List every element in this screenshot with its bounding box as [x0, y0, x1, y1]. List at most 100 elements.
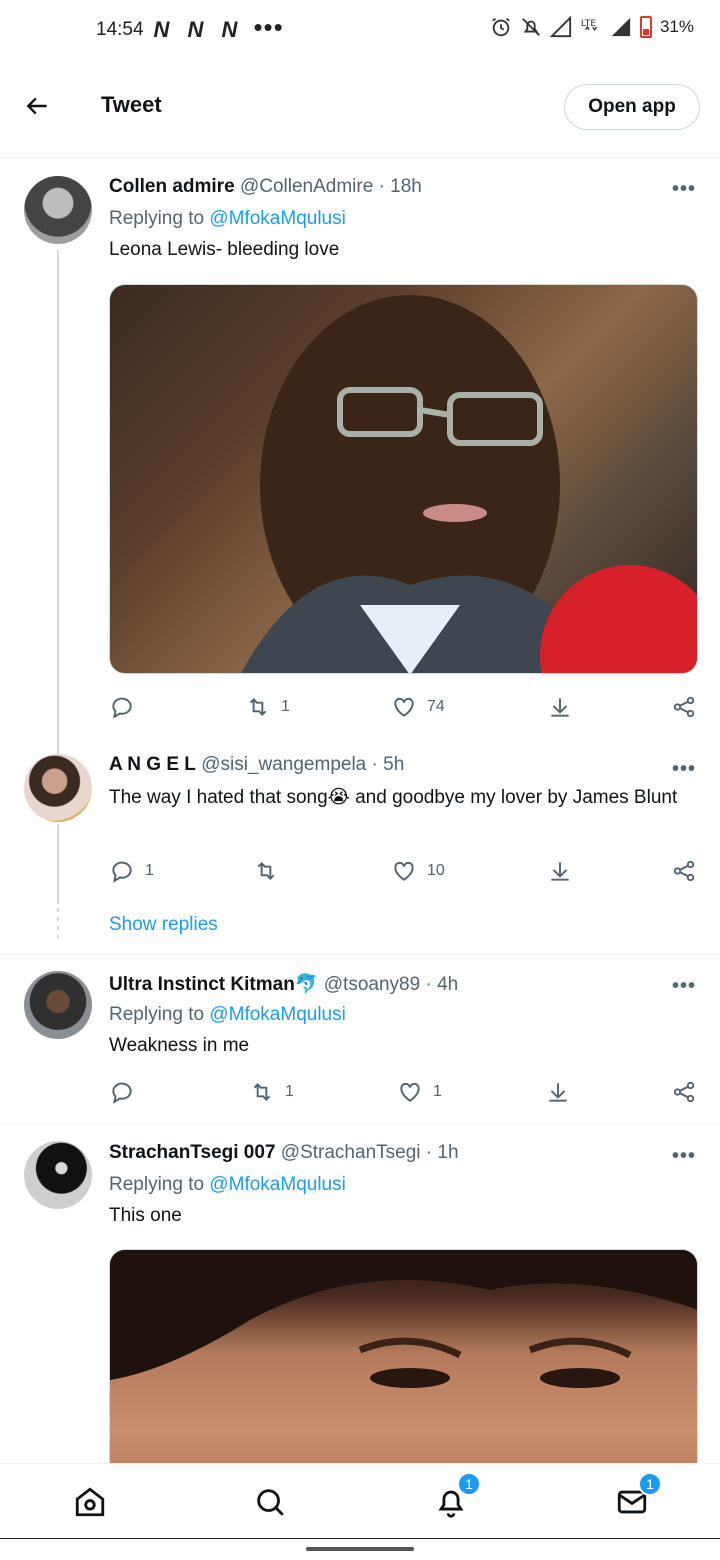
back-button[interactable]	[22, 90, 54, 122]
separator: ·	[371, 754, 378, 775]
retweet-count: 1	[281, 698, 290, 715]
thread-line	[57, 250, 59, 758]
share-button[interactable]	[671, 1079, 697, 1105]
author-handle[interactable]: @CollenAdmire	[240, 176, 373, 197]
download-button[interactable]	[547, 694, 573, 720]
separator: ·	[425, 974, 432, 995]
retweet-button[interactable]: 1	[249, 1079, 294, 1105]
tweet[interactable]: A N G E L @sisi_wangempela · 5h ••• The …	[0, 754, 720, 954]
alarm-icon	[492, 17, 510, 37]
mute-icon	[522, 18, 540, 36]
signal-icon-2	[611, 17, 631, 37]
tweet[interactable]: Collen admire @CollenAdmire · 18h ••• Re…	[0, 158, 720, 758]
tweet-header: StrachanTsegi 007 @StrachanTsegi · 1h	[109, 1142, 459, 1164]
back-arrow-icon	[26, 97, 47, 115]
tweet[interactable]: StrachanTsegi 007 @StrachanTsegi · 1h ••…	[0, 1125, 720, 1463]
separator: ·	[378, 176, 385, 197]
more-options-icon[interactable]: •••	[672, 1145, 696, 1168]
replying-label: Replying to	[109, 1004, 205, 1025]
tweet-actions: 1 74	[109, 694, 699, 724]
nav-notifications[interactable]: 1	[431, 1472, 481, 1522]
timestamp[interactable]: 1h	[437, 1142, 458, 1163]
battery-icon	[639, 16, 652, 38]
like-count: 10	[427, 862, 445, 879]
download-button[interactable]	[545, 1079, 571, 1105]
mention-link[interactable]: @MfokaMqulusi	[209, 1004, 346, 1025]
share-icon	[673, 696, 695, 718]
mention-link[interactable]: @MfokaMqulusi	[209, 208, 346, 229]
replying-to: Replying to @MfokaMqulusi	[109, 208, 346, 230]
photo-illustration	[241, 295, 697, 673]
tweet-actions: 1 10	[109, 858, 699, 888]
thread-line	[57, 824, 59, 904]
like-button[interactable]: 74	[391, 694, 445, 720]
tweet-text: Weakness in me	[109, 1035, 250, 1056]
home-gesture-handle[interactable]	[306, 1547, 414, 1551]
show-replies-link[interactable]: Show replies	[109, 914, 218, 936]
search-icon	[257, 1489, 284, 1516]
more-options-icon[interactable]: •••	[672, 178, 696, 201]
reply-count: 1	[145, 862, 154, 879]
timestamp[interactable]: 18h	[390, 176, 422, 197]
like-button[interactable]: 10	[391, 858, 445, 884]
replying-to: Replying to @MfokaMqulusi	[109, 1174, 346, 1196]
more-options-icon[interactable]: •••	[672, 758, 696, 781]
avatar[interactable]	[24, 176, 92, 244]
nav-home[interactable]	[70, 1482, 110, 1522]
page-title: Tweet	[101, 92, 162, 117]
replying-label: Replying to	[109, 208, 205, 229]
author-handle[interactable]: @StrachanTsegi	[281, 1142, 421, 1163]
heart-icon	[394, 861, 414, 881]
timestamp[interactable]: 4h	[437, 974, 458, 995]
author-handle[interactable]: @tsoany89	[324, 974, 420, 995]
signal-icon	[549, 16, 572, 38]
tweet-image[interactable]	[109, 1249, 698, 1463]
tweet-header: Collen admire @CollenAdmire · 18h	[109, 176, 422, 198]
timestamp[interactable]: 5h	[383, 754, 404, 775]
status-time: 14:54	[96, 19, 144, 40]
avatar[interactable]	[24, 1141, 92, 1209]
nav-search[interactable]	[250, 1482, 290, 1522]
avatar[interactable]	[24, 754, 92, 822]
reply-button[interactable]	[109, 694, 135, 720]
like-count: 74	[427, 698, 445, 715]
author-handle[interactable]: @sisi_wangempela	[201, 754, 366, 775]
status-bar: 14:54 N N N ••• LTE 31%	[0, 0, 720, 60]
lte-icon: LTE	[581, 18, 598, 31]
tweet-text: The way I hated that song😭 and goodbye m…	[109, 787, 678, 808]
retweet-button[interactable]	[253, 858, 279, 884]
mention-link[interactable]: @MfokaMqulusi	[209, 1174, 346, 1195]
author-name[interactable]: A N G E L	[109, 754, 196, 775]
nav-messages[interactable]: 1	[612, 1472, 662, 1522]
thread-line-dotted	[57, 908, 59, 938]
download-button[interactable]	[547, 858, 573, 884]
heart-icon	[400, 1082, 420, 1102]
like-button[interactable]: 1	[397, 1079, 442, 1105]
retweet-icon	[257, 862, 275, 880]
open-app-button[interactable]: Open app	[564, 84, 700, 130]
reply-button[interactable]	[109, 1079, 135, 1105]
tweet-header: Ultra Instinct Kitman🐬 @tsoany89 · 4h	[109, 972, 458, 996]
retweet-icon	[253, 1083, 271, 1101]
download-icon	[551, 698, 569, 717]
more-options-icon[interactable]: •••	[672, 975, 696, 998]
retweet-button[interactable]: 1	[245, 694, 290, 720]
author-name[interactable]: StrachanTsegi 007	[109, 1142, 276, 1163]
dolphin-emoji: 🐬	[294, 974, 319, 995]
reply-button[interactable]: 1	[109, 858, 154, 884]
download-icon	[551, 862, 569, 881]
gesture-bar	[0, 1538, 720, 1560]
notification-icons: N N N	[153, 17, 244, 42]
avatar[interactable]	[24, 971, 92, 1039]
author-name[interactable]: Collen admire	[109, 176, 235, 197]
share-button[interactable]	[671, 694, 697, 720]
reply-icon	[112, 861, 132, 883]
tweet-image[interactable]	[109, 284, 698, 674]
share-button[interactable]	[671, 858, 697, 884]
bottom-navigation: 1 1	[0, 1463, 720, 1538]
top-header: Tweet Open app	[0, 60, 720, 158]
tweet-text: Leona Lewis- bleeding love	[109, 239, 340, 260]
tweet[interactable]: Ultra Instinct Kitman🐬 @tsoany89 · 4h ••…	[0, 955, 720, 1125]
share-icon	[673, 1081, 695, 1103]
author-name[interactable]: Ultra Instinct Kitman	[109, 974, 295, 995]
